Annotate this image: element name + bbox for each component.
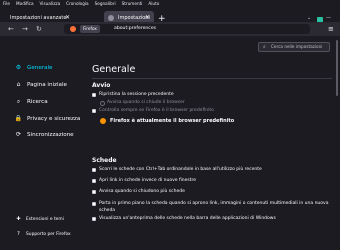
sidebar-item-home[interactable]: ⌂ Pagina iniziale: [14, 81, 67, 89]
navigation-toolbar: ← → ↻ Firefox about:preferences ≡: [0, 22, 340, 36]
warn-on-quit-checkbox[interactable]: [100, 101, 105, 106]
title-divider: [92, 78, 332, 79]
sidebar-link-addons[interactable]: ✚ Estensioni e temi: [14, 216, 64, 223]
default-browser-status: Firefox è attualmente il browser predefi…: [110, 118, 235, 124]
menu-history[interactable]: Cronologia: [66, 0, 88, 7]
sidebar-link-support[interactable]: ? Supporto per Firefox: [14, 231, 71, 238]
minimize-icon[interactable]: —: [326, 15, 331, 21]
open-links-in-tabs-checkbox[interactable]: [92, 179, 96, 183]
sidebar-item-label: Pagina iniziale: [27, 82, 67, 88]
forward-icon[interactable]: →: [22, 23, 28, 35]
tab-title: Impostazioni avanzate: [10, 15, 67, 21]
url-text[interactable]: about:preferences: [114, 24, 156, 34]
identity-label[interactable]: Firefox: [80, 25, 100, 33]
restore-session-checkbox[interactable]: [92, 93, 96, 97]
home-icon: ⌂: [16, 81, 21, 88]
ctrl-tab-label: Scorri le schede con Ctrl+Tab ordinandol…: [99, 167, 262, 172]
url-bar[interactable]: Firefox about:preferences: [64, 24, 310, 34]
help-icon: ?: [17, 231, 20, 237]
gear-icon: [108, 15, 114, 21]
sidebar-item-label: Privacy e sicurezza: [27, 116, 81, 122]
puzzle-icon: ✚: [16, 216, 21, 222]
tab-list-chevron-icon[interactable]: ⌄: [307, 15, 311, 21]
menu-view[interactable]: Visualizza: [40, 0, 61, 7]
scrollbar-thumb[interactable]: [336, 40, 338, 96]
sidebar-item-label: Sincronizzazione: [27, 132, 74, 138]
sidebar-link-label: Estensioni e temi: [26, 217, 64, 222]
warn-close-tabs-label: Avvisa quando si chiudono più schede: [99, 189, 185, 194]
switch-to-new-tab-label: Porta in primo piano la scheda quando si…: [99, 201, 329, 206]
hamburger-menu-icon[interactable]: ≡: [328, 23, 334, 35]
sidebar-item-search[interactable]: ⌕ Ricerca: [14, 98, 48, 106]
sidebar-item-label: Generale: [27, 65, 53, 71]
startup-heading: Avvio: [92, 82, 111, 89]
menu-file[interactable]: File: [3, 0, 10, 7]
page-title: Generale: [92, 64, 136, 75]
sidebar-link-label: Supporto per Firefox: [26, 232, 71, 237]
menu-bar: File Modifica Visualizza Cronologia Segnalib…: [0, 0, 340, 7]
preferences-sidebar: ⚙ Generale ⌂ Pagina iniziale ⌕ Ricerca 🔒 Pri…: [0, 36, 81, 250]
check-default-label: Controlla sempre se Firefox è il browser…: [99, 108, 214, 113]
search-icon: ⌕: [16, 98, 21, 105]
restore-session-label: Ripristina la sessione precedente: [99, 92, 174, 97]
sidebar-item-label: Ricerca: [27, 99, 48, 105]
preferences-page: ⌕ Cerca nelle impostazioni ⚙ Generale ⌂ Pa…: [0, 36, 340, 250]
lock-icon: 🔒: [14, 115, 23, 122]
check-default-checkbox[interactable]: [92, 109, 96, 113]
menu-tools[interactable]: Strumenti: [122, 0, 143, 7]
menu-help[interactable]: Aiuto: [148, 0, 159, 7]
taskbar-preview-label: Visualizza un'anteprima delle schede nel…: [99, 216, 276, 221]
back-icon[interactable]: ←: [8, 23, 14, 35]
sidebar-item-sync[interactable]: ⟳ Sincronizzazione: [14, 131, 74, 139]
warn-close-tabs-checkbox[interactable]: [92, 190, 96, 194]
warn-on-quit-label: Avvisa quando si chiude il browser: [107, 100, 185, 105]
firefox-icon: [70, 26, 76, 32]
menu-bookmarks[interactable]: Segnalibri: [95, 0, 116, 7]
firefox-icon: [100, 118, 106, 124]
general-panel: Generale Avvio Ripristina la sessione pr…: [92, 36, 332, 250]
taskbar-preview-checkbox[interactable]: [92, 217, 96, 221]
reload-icon[interactable]: ↻: [36, 23, 42, 35]
ctrl-tab-checkbox[interactable]: [92, 168, 96, 172]
scrollbar[interactable]: [335, 36, 339, 250]
gear-icon: ⚙: [15, 64, 22, 71]
open-links-in-tabs-label: Apri link in schede invece di nuove fine…: [99, 178, 197, 183]
switch-to-new-tab-label-cont: scheda: [99, 208, 116, 213]
sidebar-item-privacy[interactable]: 🔒 Privacy e sicurezza: [14, 115, 81, 123]
tabs-heading: Schede: [92, 157, 117, 164]
sync-icon: ⟳: [15, 131, 22, 138]
sidebar-item-general[interactable]: ⚙ Generale: [14, 64, 53, 72]
switch-to-new-tab-checkbox[interactable]: [92, 202, 96, 206]
menu-edit[interactable]: Modifica: [16, 0, 34, 7]
